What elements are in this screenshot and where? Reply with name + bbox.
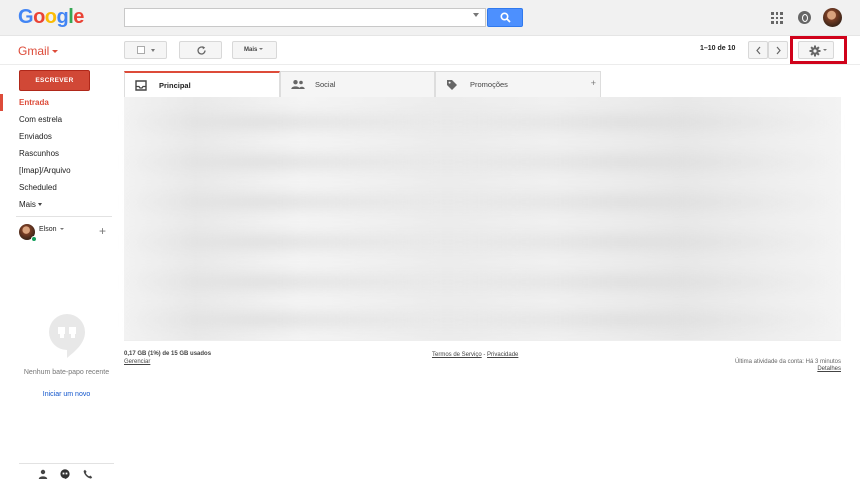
top-bar: Google <box>0 0 860 36</box>
tab-label: Promoções <box>470 80 508 89</box>
message-row-blurred <box>124 195 841 209</box>
tab-label: Principal <box>159 81 191 90</box>
no-recent-chats-text: Nenhum bate-papo recente <box>23 369 110 376</box>
message-row-blurred <box>124 155 841 169</box>
message-row-blurred <box>124 115 841 129</box>
logo-letter: o <box>44 6 57 28</box>
newer-page-button[interactable] <box>748 41 768 59</box>
tab-promocoes[interactable]: Promoções + <box>435 71 601 97</box>
apps-grid-icon[interactable] <box>771 12 783 24</box>
logo-letter: o <box>33 6 45 28</box>
select-all-button[interactable] <box>124 41 167 59</box>
more-actions-label: Mais <box>244 47 258 53</box>
message-row-blurred <box>124 275 841 289</box>
start-new-chat-link[interactable]: Iniciar um novo <box>19 391 114 398</box>
sidebar-item-label: Scheduled <box>19 183 57 192</box>
more-actions-button[interactable]: Mais <box>232 41 277 59</box>
chat-user-menu[interactable]: Elson <box>39 226 64 233</box>
google-logo[interactable]: Google <box>18 6 84 29</box>
footer-links: Termos de Serviço - Privacidade <box>432 352 518 358</box>
chevron-left-icon <box>756 46 761 55</box>
search-button[interactable] <box>487 8 523 27</box>
people-icon <box>291 80 305 89</box>
sidebar-item-label: Enviados <box>19 132 52 141</box>
tab-social[interactable]: Social <box>280 71 435 97</box>
tag-icon <box>447 80 457 90</box>
privacy-link[interactable]: Privacidade <box>487 352 518 358</box>
notifications-icon[interactable] <box>798 11 811 24</box>
sidebar-bottom-divider <box>19 463 114 464</box>
add-tab-icon[interactable]: + <box>591 79 596 88</box>
older-page-button[interactable] <box>768 41 788 59</box>
sidebar-item-entrada[interactable]: Entrada <box>0 94 112 111</box>
logo-letter: e <box>73 6 84 28</box>
sidebar-item-rascunhos[interactable]: Rascunhos <box>0 145 112 162</box>
phone-icon[interactable] <box>83 469 93 479</box>
checkbox-icon <box>137 46 145 54</box>
hangouts-icon <box>49 314 85 358</box>
search-icon <box>500 12 511 23</box>
search-input[interactable] <box>124 8 486 27</box>
sidebar-item-label: Rascunhos <box>19 149 60 158</box>
chevron-down-icon <box>37 203 42 207</box>
refresh-button[interactable] <box>179 41 222 59</box>
online-status-icon <box>31 236 37 242</box>
tab-principal[interactable]: Principal <box>124 71 280 97</box>
contacts-icon[interactable] <box>38 469 48 479</box>
settings-highlight-box <box>790 36 847 64</box>
storage-usage: 0,17 GB (1%) de 15 GB usados <box>124 351 212 357</box>
sidebar-item-label: Entrada <box>19 98 49 107</box>
sidebar-divider <box>16 216 112 217</box>
message-row-blurred <box>124 313 841 327</box>
hangouts-chat-icon[interactable] <box>60 469 70 479</box>
logo-letter: G <box>18 6 34 28</box>
sidebar-item-label: [Imap]/Arquivo <box>19 166 71 175</box>
activity-details-link[interactable]: Detalhes <box>800 366 841 372</box>
gmail-label: Gmail <box>18 44 50 58</box>
chevron-down-icon <box>259 48 264 51</box>
sidebar-item-label: Com estrela <box>19 115 63 124</box>
compose-button[interactable]: ESCREVER <box>19 70 90 91</box>
message-list[interactable] <box>124 97 841 341</box>
sidebar-item-scheduled[interactable]: Scheduled <box>0 179 112 196</box>
pagination-count: 1–10 de 10 <box>700 45 736 52</box>
message-row-blurred <box>124 235 841 249</box>
chevron-right-icon <box>776 46 781 55</box>
sidebar-item-imap-arquivo[interactable]: [Imap]/Arquivo <box>0 162 112 179</box>
add-chat-icon[interactable]: + <box>99 225 106 237</box>
search-options-dropdown-icon[interactable] <box>473 13 479 17</box>
last-account-activity: Última atividade da conta: Há 3 minutos <box>734 359 841 365</box>
refresh-icon <box>197 46 206 55</box>
logo-letter: g <box>56 6 69 28</box>
chevron-down-icon <box>59 228 64 231</box>
terms-link[interactable]: Termos de Serviço <box>432 352 482 358</box>
sidebar-item-mais[interactable]: Mais <box>0 196 112 213</box>
chevron-down-icon <box>52 50 59 54</box>
gmail-menu-button[interactable]: Gmail <box>18 44 59 58</box>
chat-user-name: Elson <box>39 226 57 233</box>
sidebar-item-com-estrela[interactable]: Com estrela <box>0 111 112 128</box>
inbox-icon <box>135 80 147 91</box>
toolbar-divider <box>0 64 860 65</box>
chevron-down-icon <box>151 49 155 52</box>
manage-storage-link[interactable]: Gerenciar <box>124 359 150 365</box>
sidebar-item-label: Mais <box>19 200 36 209</box>
account-avatar[interactable] <box>823 8 842 27</box>
tab-label: Social <box>315 80 336 89</box>
sidebar-item-enviados[interactable]: Enviados <box>0 128 112 145</box>
